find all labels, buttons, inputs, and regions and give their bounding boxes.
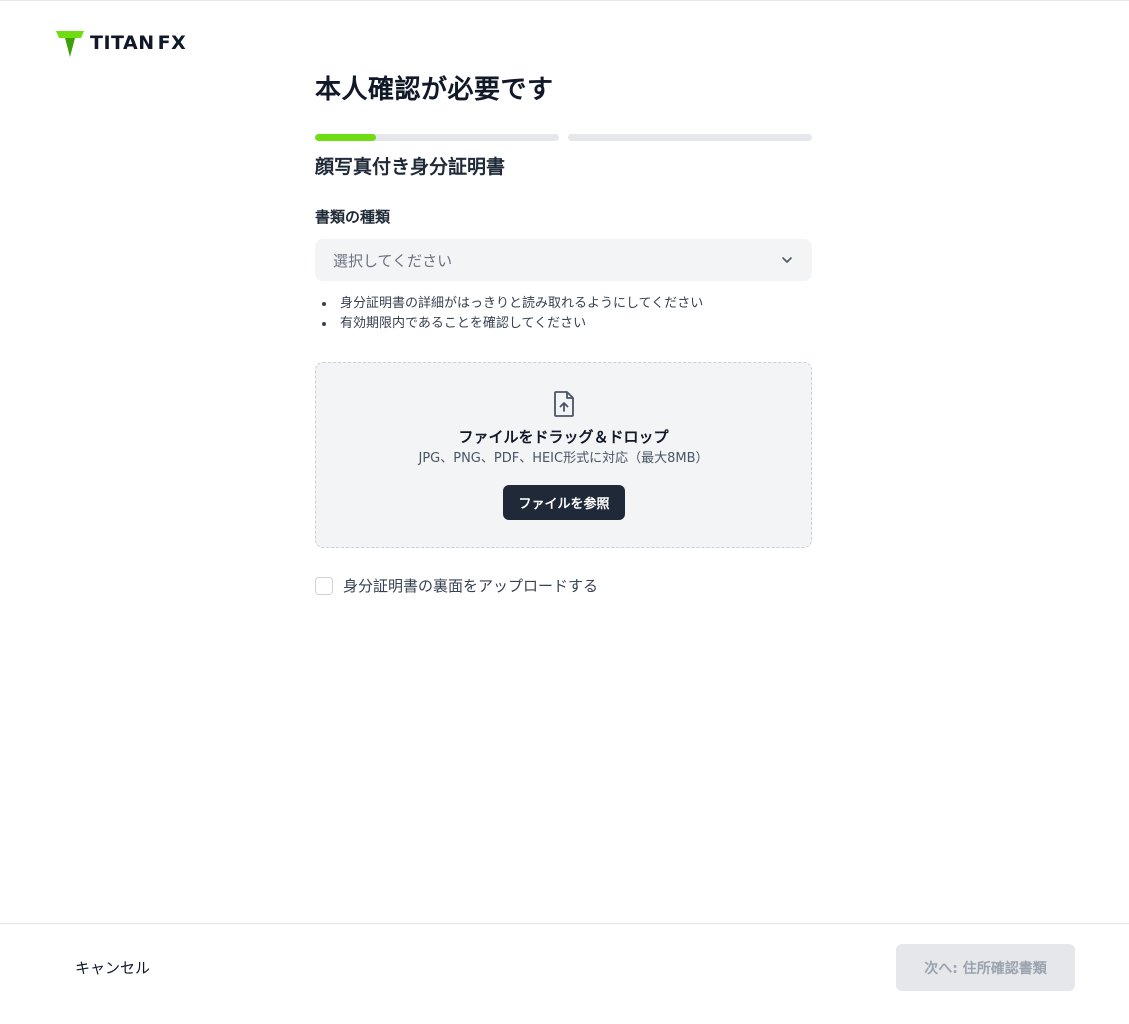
- browse-files-button[interactable]: ファイルを参照: [503, 485, 625, 520]
- document-type-label: 書類の種類: [315, 208, 391, 226]
- upload-back-side-label[interactable]: 身分証明書の裏面をアップロードする: [343, 576, 598, 596]
- document-type-placeholder: 選択してください: [333, 251, 453, 270]
- page-title: 本人確認が必要です: [315, 75, 554, 105]
- hint-item: 身分証明書の詳細がはっきりと読み取れるようにしてください: [315, 294, 812, 314]
- titan-shield-icon: [56, 31, 84, 57]
- next-step-button[interactable]: 次へ: 住所確認書類: [896, 944, 1075, 991]
- upload-back-side-checkbox[interactable]: [315, 577, 333, 595]
- dropzone-subtitle: JPG、PNG、PDF、HEIC形式に対応（最大8MB）: [418, 451, 709, 466]
- cancel-button[interactable]: キャンセル: [75, 955, 150, 979]
- dropzone-title: ファイルをドラッグ＆ドロップ: [458, 428, 669, 446]
- logo-suffix: FX: [157, 32, 187, 54]
- hint-list: 身分証明書の詳細がはっきりと読み取れるようにしてください 有効期限内であることを…: [315, 294, 812, 334]
- logo-word: TITAN: [90, 32, 155, 54]
- verification-form: 本人確認が必要です 顔写真付き身分証明書 書類の種類 選択してください 身分証明…: [315, 70, 812, 595]
- footer-bar: キャンセル 次へ: 住所確認書類: [0, 923, 1129, 1024]
- hint-item: 有効期限内であることを確認してください: [315, 314, 812, 334]
- titan-fx-logo: TITAN FX: [54, 27, 186, 59]
- progress-step-1: [315, 134, 559, 141]
- progress-step-1-fill: [315, 134, 376, 141]
- chevron-down-icon: [782, 257, 792, 263]
- section-title: 顔写真付き身分証明書: [315, 156, 506, 178]
- upload-back-side-option[interactable]: 身分証明書の裏面をアップロードする: [315, 576, 598, 596]
- step-progress: [315, 134, 812, 141]
- progress-step-2: [568, 134, 812, 141]
- file-dropzone[interactable]: ファイルをドラッグ＆ドロップ JPG、PNG、PDF、HEIC形式に対応（最大8…: [315, 362, 812, 548]
- top-divider: [0, 0, 1129, 1]
- document-type-select[interactable]: 選択してください: [315, 239, 812, 281]
- file-upload-icon: [554, 391, 574, 417]
